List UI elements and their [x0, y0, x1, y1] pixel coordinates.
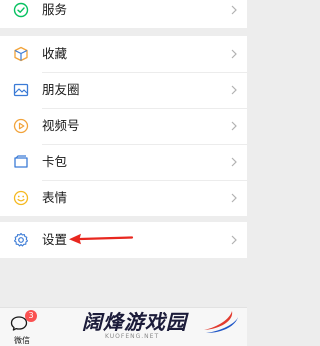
menu-item-stickers[interactable]: 表情: [0, 180, 247, 216]
menu-item-label: 卡包: [42, 154, 68, 169]
services-icon: [12, 1, 30, 19]
menu-item-label: 视频号: [42, 118, 80, 133]
services-group: 服务: [0, 0, 247, 28]
tab-wechat[interactable]: 3 微信: [0, 308, 44, 346]
chevron-right-icon: [231, 5, 237, 15]
chevron-right-icon: [231, 85, 237, 95]
main-menu-group: 收藏 朋友圈 视频号 卡包 表情: [0, 36, 247, 216]
moments-icon: [12, 81, 30, 99]
unread-badge: 3: [25, 310, 37, 322]
menu-item-channels[interactable]: 视频号: [0, 108, 247, 144]
menu-item-moments[interactable]: 朋友圈: [0, 72, 247, 108]
tab-label: 微信: [14, 336, 30, 345]
watermark-subtitle: KUOFENG.NET: [105, 333, 160, 340]
menu-item-services[interactable]: 服务: [0, 0, 247, 28]
card-wallet-icon: [12, 153, 30, 171]
stickers-icon: [12, 189, 30, 207]
chevron-right-icon: [231, 235, 237, 245]
menu-item-label: 朋友圈: [42, 82, 80, 97]
chevron-right-icon: [231, 157, 237, 167]
menu-item-label: 收藏: [42, 46, 68, 61]
settings-icon: [12, 231, 30, 249]
chevron-right-icon: [231, 193, 237, 203]
menu-item-favorites[interactable]: 收藏: [0, 36, 247, 72]
channels-icon: [12, 117, 30, 135]
menu-item-card-wallet[interactable]: 卡包: [0, 144, 247, 180]
watermark-swoosh-icon: [204, 311, 238, 333]
menu-item-label: 设置: [42, 232, 68, 247]
chevron-right-icon: [231, 49, 237, 59]
watermark-title: 阔烽游戏园: [82, 310, 187, 334]
annotation-arrow-icon: [69, 233, 134, 245]
watermark-logo: 阔烽游戏园 KUOFENG.NET: [70, 303, 245, 346]
menu-item-label: 服务: [42, 2, 68, 17]
chevron-right-icon: [231, 121, 237, 131]
menu-item-label: 表情: [42, 190, 68, 205]
favorites-icon: [12, 45, 30, 63]
